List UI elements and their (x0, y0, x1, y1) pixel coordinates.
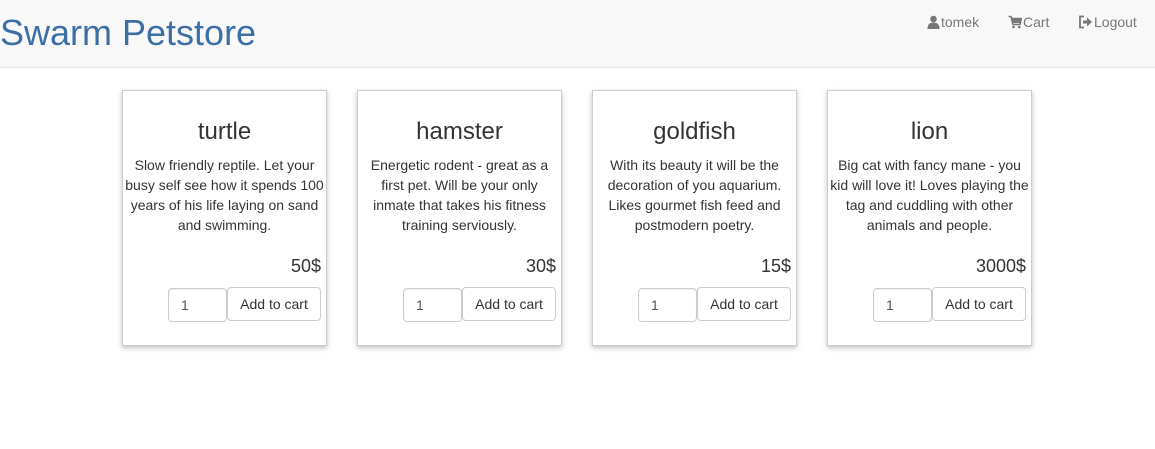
user-label: tomek (941, 14, 980, 30)
user-icon (927, 15, 940, 29)
product-description: Big cat with fancy mane - you kid will l… (830, 157, 1029, 233)
product-card: goldfish With its beauty it will be the … (592, 90, 797, 346)
quantity-input[interactable] (168, 288, 227, 322)
logout-icon (1079, 15, 1092, 29)
quantity-input[interactable] (873, 288, 932, 322)
product-name: lion (910, 118, 949, 145)
logout-label: Logout (1094, 14, 1137, 30)
product-name: hamster (416, 118, 503, 145)
user-link[interactable]: tomek (927, 13, 979, 31)
product-price: 30$ (525, 256, 556, 276)
product-card: hamster Energetic rodent - great as a fi… (357, 90, 562, 346)
quantity-input[interactable] (638, 288, 697, 322)
product-description: Energetic rodent - great as a first pet.… (370, 157, 549, 233)
cart-icon (1008, 15, 1022, 29)
product-price: 3000$ (975, 256, 1026, 276)
quantity-input[interactable] (403, 288, 462, 322)
nav-links: tomek Cart Logout (0, 13, 1155, 33)
add-to-cart-button[interactable]: Add to cart (462, 287, 556, 321)
product-price: 50$ (290, 256, 321, 276)
logout-link[interactable]: Logout (1078, 13, 1137, 31)
product-card: turtle Slow friendly reptile. Let your b… (122, 90, 327, 346)
cart-label: Cart (1023, 14, 1050, 30)
add-to-cart-button[interactable]: Add to cart (697, 287, 791, 321)
product-name: turtle (197, 118, 252, 145)
product-price: 15$ (760, 256, 791, 276)
add-to-cart-button[interactable]: Add to cart (932, 287, 1026, 321)
product-description: Slow friendly reptile. Let your busy sel… (125, 157, 324, 233)
navbar: Swarm Petstore tomek Cart Logout (0, 0, 1155, 68)
cart-link[interactable]: Cart (1008, 13, 1049, 31)
product-name: goldfish (653, 118, 736, 145)
product-description: With its beauty it will be the decoratio… (607, 157, 782, 233)
product-card: lion Big cat with fancy mane - you kid w… (827, 90, 1032, 346)
add-to-cart-button[interactable]: Add to cart (227, 287, 321, 321)
